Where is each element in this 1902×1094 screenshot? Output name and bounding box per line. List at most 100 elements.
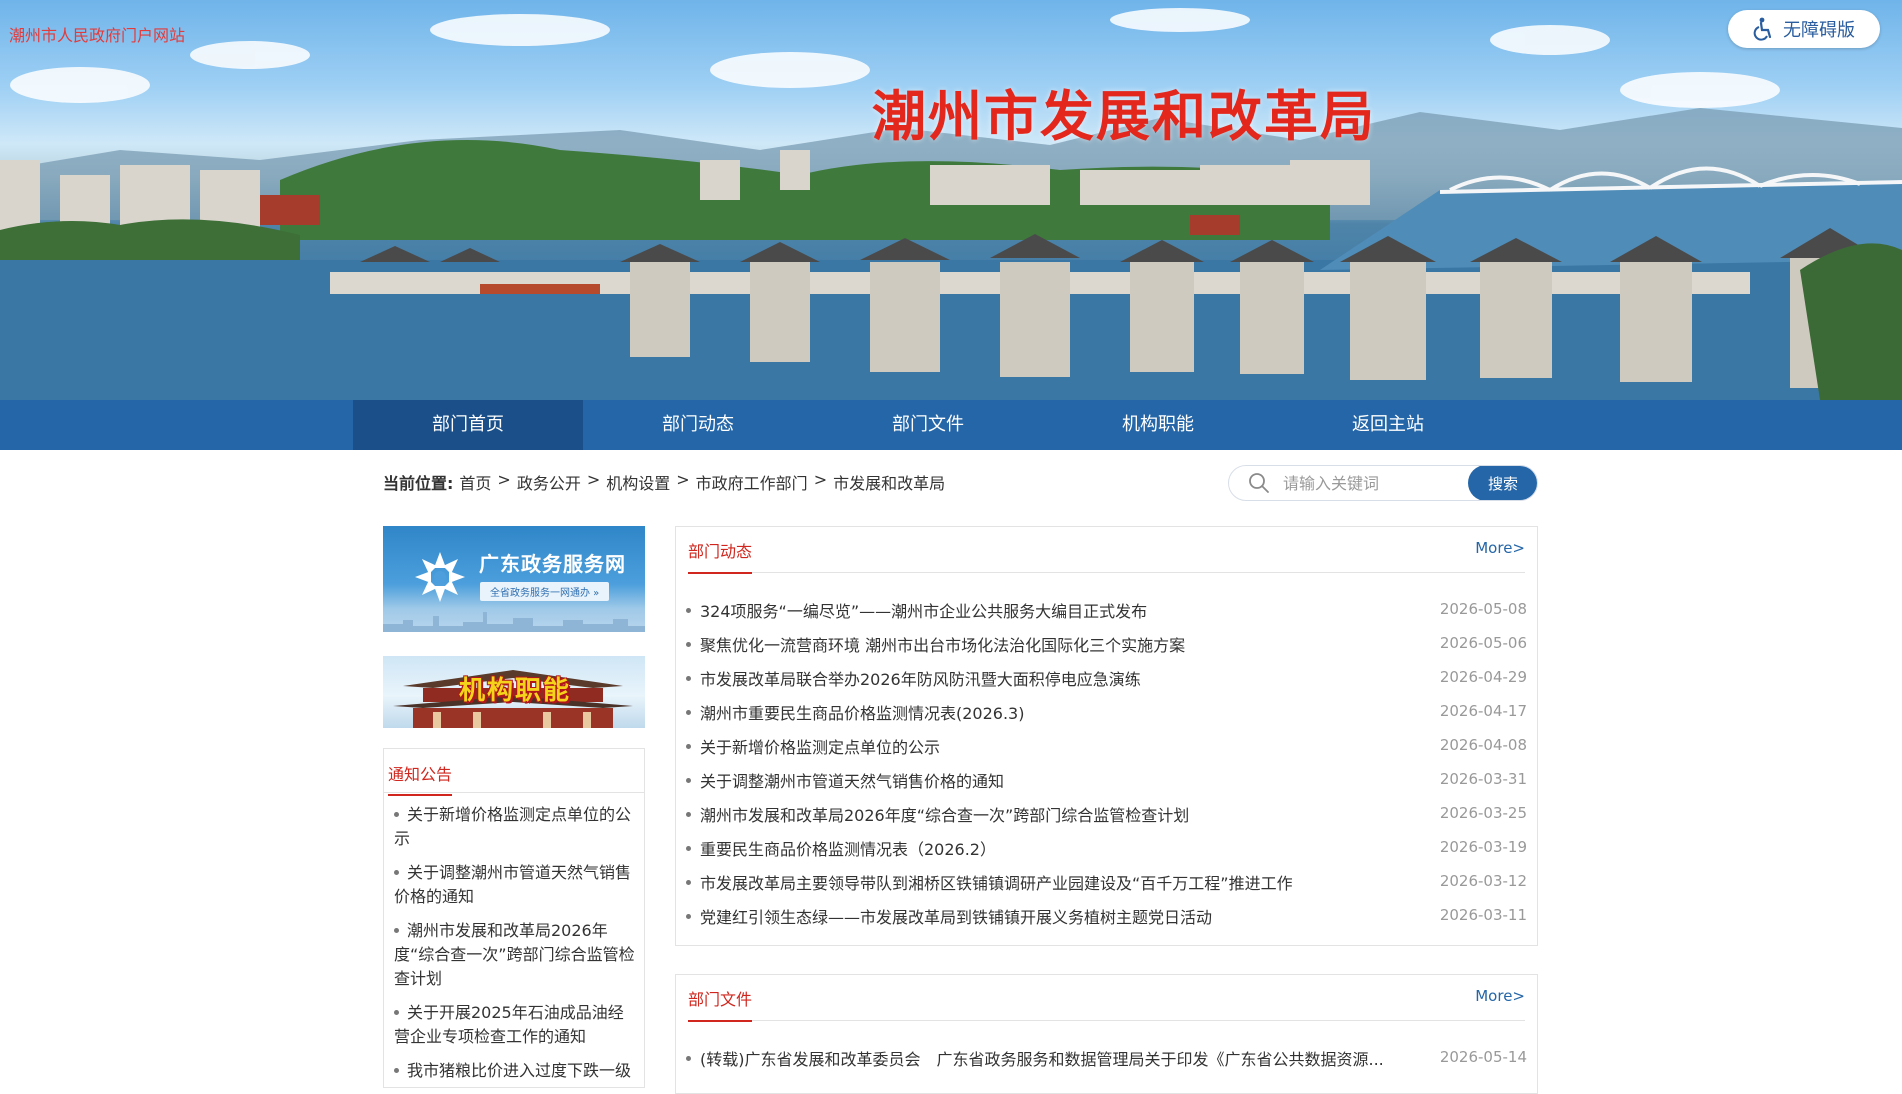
notice-item-text: 潮州市发展和改革局2026年度“综合查一次”跨部门综合监管检查计划 bbox=[394, 921, 635, 988]
notice-item-text: 关于开展2025年石油成品油经营企业专项检查工作的通知 bbox=[394, 1003, 624, 1046]
nav-item-main-site[interactable]: 返回主站 bbox=[1273, 400, 1503, 450]
news-item[interactable]: 潮州市发展和改革局2026年度“综合查一次”跨部门综合监管检查计划 2026-03… bbox=[686, 797, 1527, 831]
news-item-date: 2026-04-17 bbox=[1439, 702, 1527, 720]
dept-news-title: 部门动态 bbox=[688, 538, 753, 574]
breadcrumb-current[interactable]: 市发展和改革局 bbox=[833, 470, 945, 494]
left-sidebar: 广东政务服务网 全省政务服务一网通办 » 机构职能 通知公告 关于新增价格监测定… bbox=[383, 526, 645, 1088]
search-button[interactable]: 搜索 bbox=[1468, 466, 1537, 500]
bullet-icon bbox=[686, 811, 691, 817]
dept-news-panel: 部门动态 More> 324项服务“一编尽览”——潮州市企业公共服务大编目正式发… bbox=[675, 526, 1538, 946]
site-title: 潮州市发展和改革局 bbox=[872, 84, 1376, 148]
dept-docs-more-link[interactable]: More> bbox=[1475, 987, 1525, 1005]
breadcrumb-label: 当前位置: bbox=[383, 474, 454, 493]
bullet-icon bbox=[394, 870, 399, 875]
breadcrumb-org-setup[interactable]: 机构设置 bbox=[606, 470, 670, 494]
breadcrumb-separator: > bbox=[497, 470, 511, 489]
news-item[interactable]: 市发展改革局联合举办2026年防风防汛暨大面积停电应急演练 2026-04-29 bbox=[686, 661, 1527, 695]
header-banner: 潮州市人民政府门户网站 无障碍版 潮州市发展和改革局 bbox=[0, 0, 1902, 400]
guangdong-service-banner[interactable]: 广东政务服务网 全省政务服务一网通办 » bbox=[383, 526, 645, 632]
notice-item[interactable]: 关于开展2025年石油成品油经营企业专项检查工作的通知 bbox=[394, 1001, 636, 1049]
gov-service-logo-icon bbox=[415, 552, 465, 602]
bullet-icon bbox=[686, 607, 691, 613]
bullet-icon bbox=[686, 913, 691, 919]
org-functions-title: 机构职能 bbox=[459, 676, 572, 706]
news-item-date: 2026-04-08 bbox=[1439, 736, 1527, 754]
bullet-icon bbox=[686, 709, 691, 715]
notice-item[interactable]: 我市猪粮比价进入过度下跌一级 bbox=[394, 1059, 636, 1083]
bullet-icon bbox=[394, 812, 399, 817]
dept-docs-title: 部门文件 bbox=[688, 986, 753, 1022]
news-item-title: 重要民生商品价格监测情况表（2026.2） bbox=[700, 840, 996, 859]
breadcrumb-separator: > bbox=[586, 470, 601, 489]
bullet-icon bbox=[686, 1055, 691, 1061]
news-item-title: 324项服务“一编尽览”——潮州市企业公共服务大编目正式发布 bbox=[700, 602, 1148, 621]
nav-item-news[interactable]: 部门动态 bbox=[583, 400, 813, 450]
bullet-icon bbox=[686, 641, 691, 647]
breadcrumb-separator: > bbox=[813, 470, 828, 489]
news-item-title: 关于新增价格监测定点单位的公示 bbox=[700, 738, 941, 757]
notice-item-text: 关于调整潮州市管道天然气销售价格的通知 bbox=[394, 863, 632, 906]
news-item-title: 聚焦优化一流营商环境 潮州市出台市场化法治化国际化三个实施方案 bbox=[700, 636, 1186, 655]
notice-item-text: 关于新增价格监测定点单位的公示 bbox=[394, 805, 632, 848]
breadcrumb-home[interactable]: 首页 bbox=[459, 470, 491, 494]
news-item-date: 2026-05-08 bbox=[1439, 600, 1527, 618]
bullet-icon bbox=[686, 743, 691, 749]
nav-item-home[interactable]: 部门首页 bbox=[353, 400, 583, 450]
news-item-title: 市发展改革局联合举办2026年防风防汛暨大面积停电应急演练 bbox=[700, 670, 1141, 689]
doc-item-date: 2026-05-14 bbox=[1439, 1048, 1527, 1066]
notice-panel: 通知公告 关于新增价格监测定点单位的公示 关于调整潮州市管道天然气销售价格的通知… bbox=[383, 748, 645, 1088]
doc-item-title: (转载)广东省发展和改革委员会 广东省政务服务和数据管理局关于印发《广东省公共数… bbox=[700, 1050, 1384, 1069]
news-item[interactable]: 市发展改革局主要领导带队到湘桥区铁铺镇调研产业园建设及“百千万工程”推进工作 20… bbox=[686, 865, 1527, 899]
wheelchair-icon bbox=[1753, 17, 1772, 41]
news-item-title: 潮州市发展和改革局2026年度“综合查一次”跨部门综合监管检查计划 bbox=[700, 806, 1190, 825]
dept-news-more-link[interactable]: More> bbox=[1475, 539, 1525, 557]
nav-item-functions[interactable]: 机构职能 bbox=[1043, 400, 1273, 450]
news-item[interactable]: 关于调整潮州市管道天然气销售价格的通知 2026-03-31 bbox=[686, 763, 1527, 797]
news-item[interactable]: 重要民生商品价格监测情况表（2026.2） 2026-03-19 bbox=[686, 831, 1527, 865]
dept-docs-panel: 部门文件 More> (转载)广东省发展和改革委员会 广东省政务服务和数据管理局… bbox=[675, 974, 1538, 1094]
search-input[interactable] bbox=[1283, 473, 1461, 493]
news-item-title: 潮州市重要民生商品价格监测情况表(2026.3) bbox=[700, 704, 1025, 723]
bullet-icon bbox=[394, 1068, 399, 1073]
breadcrumb: 当前位置: 首页 > 政务公开 > 机构设置 > 市政府工作部门 > 市发展和改… bbox=[383, 470, 945, 494]
accessibility-label: 无障碍版 bbox=[1783, 20, 1855, 41]
news-item-date: 2026-04-29 bbox=[1439, 668, 1527, 686]
search-box: 搜索 bbox=[1228, 465, 1538, 501]
bullet-icon bbox=[686, 675, 691, 681]
notice-item[interactable]: 关于调整潮州市管道天然气销售价格的通知 bbox=[394, 861, 636, 909]
news-item[interactable]: 潮州市重要民生商品价格监测情况表(2026.3) 2026-04-17 bbox=[686, 695, 1527, 729]
news-item-date: 2026-03-25 bbox=[1439, 804, 1527, 822]
bullet-icon bbox=[394, 928, 399, 933]
news-item-title: 党建红引领生态绿——市发展改革局到铁铺镇开展义务植树主题党日活动 bbox=[700, 908, 1213, 927]
news-item-date: 2026-03-11 bbox=[1439, 906, 1527, 924]
news-item[interactable]: 聚焦优化一流营商环境 潮州市出台市场化法治化国际化三个实施方案 2026-05-0… bbox=[686, 627, 1527, 661]
bullet-icon bbox=[686, 777, 691, 783]
bullet-icon bbox=[686, 879, 691, 885]
notice-item[interactable]: 潮州市发展和改革局2026年度“综合查一次”跨部门综合监管检查计划 bbox=[394, 919, 636, 991]
banner-landscape-image bbox=[0, 8, 1902, 400]
news-item-date: 2026-03-19 bbox=[1439, 838, 1527, 856]
bullet-icon bbox=[394, 1010, 399, 1015]
breadcrumb-separator: > bbox=[676, 470, 690, 489]
news-item[interactable]: 党建红引领生态绿——市发展改革局到铁铺镇开展义务植树主题党日活动 2026-03-… bbox=[686, 899, 1527, 933]
notice-panel-title: 通知公告 bbox=[388, 761, 453, 796]
news-item-title: 关于调整潮州市管道天然气销售价格的通知 bbox=[700, 772, 1005, 791]
accessibility-button[interactable]: 无障碍版 bbox=[1728, 10, 1880, 48]
news-item-date: 2026-03-31 bbox=[1439, 770, 1527, 788]
nav-item-docs[interactable]: 部门文件 bbox=[813, 400, 1043, 450]
main-nav: 部门首页 部门动态 部门文件 机构职能 返回主站 bbox=[0, 400, 1902, 450]
skyline-graphic bbox=[383, 612, 645, 632]
news-item[interactable]: 324项服务“一编尽览”——潮州市企业公共服务大编目正式发布 2026-05-08 bbox=[686, 593, 1527, 627]
content-wrapper: 当前位置: 首页 > 政务公开 > 机构设置 > 市政府工作部门 > 市发展和改… bbox=[383, 450, 1538, 1094]
notice-item[interactable]: 关于新增价格监测定点单位的公示 bbox=[394, 803, 636, 851]
news-item[interactable]: 关于新增价格监测定点单位的公示 2026-04-08 bbox=[686, 729, 1527, 763]
news-item-date: 2026-05-06 bbox=[1439, 634, 1527, 652]
news-item-title: 市发展改革局主要领导带队到湘桥区铁铺镇调研产业园建设及“百千万工程”推进工作 bbox=[700, 874, 1293, 893]
service-banner-subtitle: 全省政务服务一网通办 » bbox=[480, 582, 610, 601]
org-functions-banner[interactable]: 机构职能 bbox=[383, 656, 645, 728]
doc-item[interactable]: (转载)广东省发展和改革委员会 广东省政务服务和数据管理局关于印发《广东省公共数… bbox=[686, 1041, 1527, 1075]
portal-home-link[interactable]: 潮州市人民政府门户网站 bbox=[9, 22, 185, 46]
bullet-icon bbox=[686, 845, 691, 851]
breadcrumb-gov-depts[interactable]: 市政府工作部门 bbox=[696, 470, 808, 494]
breadcrumb-gov-public[interactable]: 政务公开 bbox=[517, 470, 581, 494]
